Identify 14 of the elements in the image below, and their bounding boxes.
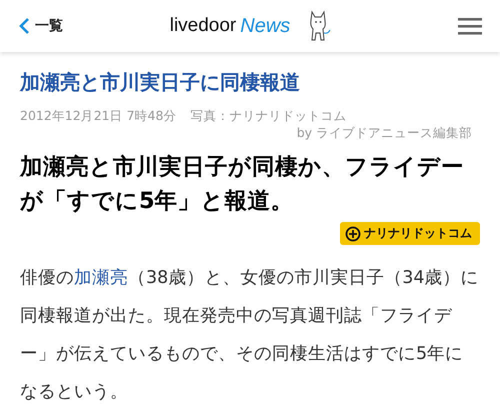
article-date: 2012年12月21日 7時48分 — [20, 108, 176, 125]
logo-text: livedoor — [170, 15, 236, 37]
article-body: 俳優の加瀬亮（38歳）と、女優の市川実日子（34歳）に同棲報道が出た。現在発売中の写真週刊誌「フライデー」が伝えているもので、その同棲生活はすでに5年になるという。 — [20, 267, 480, 404]
back-link[interactable]: 一覧 — [18, 17, 108, 35]
source-name: ナリナリドットコム — [364, 225, 472, 242]
logo-text: News — [240, 14, 290, 38]
person-link[interactable]: 加瀬亮 — [74, 268, 128, 288]
back-icon — [18, 17, 30, 35]
byline: by ライブドアニュース編集部 — [296, 125, 472, 142]
article-headline: 加瀬亮と市川実日子が同棲か、フライデーが「すでに5年」と報道。 — [20, 153, 465, 216]
article-title: 加瀬亮と市川実日子に同棲報道 — [20, 69, 301, 96]
source-mark-icon — [345, 226, 361, 242]
photo-credit: 写真：ナリナリドットコム — [190, 108, 346, 125]
menu-icon — [458, 17, 482, 35]
